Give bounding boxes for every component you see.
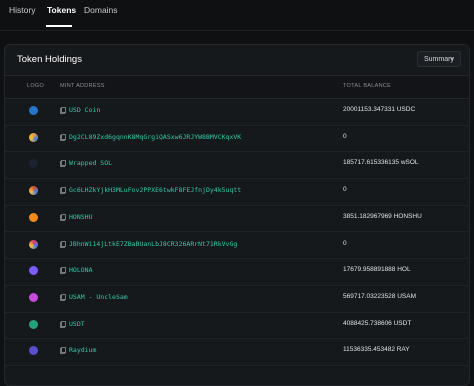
copy-icon[interactable]: [60, 160, 66, 168]
total-balance: 569717.03223528 USAM: [343, 292, 417, 300]
panel-header: Token Holdings Summary ▼: [5, 45, 469, 73]
copy-icon[interactable]: [60, 293, 66, 301]
total-balance: 0: [343, 186, 347, 194]
copy-icon[interactable]: [60, 213, 66, 221]
mint-address-link[interactable]: USD Coin: [69, 106, 100, 114]
gradient-circle-icon: [29, 132, 38, 142]
gradient-circle-icon: [29, 186, 38, 196]
table-header: LOGO MINT ADDRESS TOTAL BALANCE: [5, 75, 469, 99]
table-row: HOLONA 17679.958891888 HOL: [5, 258, 469, 286]
usam-icon: [29, 292, 38, 302]
copy-icon[interactable]: [60, 133, 66, 141]
usdt-icon: [29, 319, 38, 329]
table-row: Raydium 11536335.453482 RAY: [5, 338, 469, 366]
mint-address-link[interactable]: USAM - UncleSam: [69, 293, 128, 301]
total-balance: 4088425.738606 USDT: [343, 319, 412, 327]
table-row: USD Coin 20001153.347331 USDC: [5, 98, 469, 126]
raydium-icon: [29, 346, 38, 356]
tab-tokens[interactable]: Tokens: [47, 5, 76, 15]
total-balance: 0: [343, 132, 347, 140]
column-header-total-balance: TOTAL BALANCE: [343, 83, 392, 89]
mint-address-link[interactable]: USDT: [69, 320, 85, 328]
table-row: Gc6LHZkYjkH3MLuFov2PPXE6twkF8FEJfnjDy4k5…: [5, 178, 469, 206]
copy-icon[interactable]: [60, 347, 66, 355]
usdc-icon: [29, 106, 38, 115]
token-holdings-panel: Token Holdings Summary ▼ LOGO MINT ADDRE…: [4, 44, 470, 386]
table-row: Wrapped SOL 185717.615336135 wSOL: [5, 151, 469, 180]
gradient-circle-icon: [29, 239, 38, 249]
total-balance: 11536335.453482 RAY: [343, 346, 410, 354]
table-row: USAM - UncleSam 569717.03223528 USAM: [5, 285, 469, 313]
mint-address-link[interactable]: Raydium: [69, 346, 96, 354]
panel-title: Token Holdings: [17, 54, 82, 65]
mint-address-link[interactable]: Wrapped SOL: [69, 159, 112, 167]
copy-icon[interactable]: [60, 240, 66, 248]
table-row: Dg2CL89Zxd6gqnnK8MqGrgiQASxw6JRJYW8BMVCK…: [5, 125, 469, 153]
column-header-logo: LOGO: [27, 83, 45, 89]
total-balance: 3851.182967969 HONSHU: [343, 212, 422, 220]
tab-history[interactable]: History: [9, 5, 35, 15]
copy-icon[interactable]: [60, 187, 66, 194]
total-balance: 0: [343, 239, 347, 247]
tab-bar: History Tokens Domains: [0, 0, 474, 31]
copy-icon[interactable]: [60, 320, 66, 328]
table-row: JBhnWi14jLtkE7ZBaBUanLbJ8CR326ARrNt71RkV…: [5, 232, 469, 260]
summary-dropdown[interactable]: Summary ▼: [417, 51, 461, 67]
mint-address-link[interactable]: HOLONA: [69, 266, 92, 274]
active-tab-indicator: [46, 25, 72, 27]
wrapped-sol-icon: [29, 159, 38, 169]
holona-icon: [29, 266, 38, 276]
column-header-mint-address: MINT ADDRESS: [60, 83, 105, 89]
tab-domains[interactable]: Domains: [84, 5, 118, 15]
mint-address-link[interactable]: HONSHU: [69, 213, 92, 221]
mint-address-link[interactable]: JBhnWi14jLtkE7ZBaBUanLbJ8CR326ARrNt71RkV…: [69, 240, 237, 248]
mint-address-link[interactable]: Dg2CL89Zxd6gqnnK8MqGrgiQASxw6JRJYW8BMVCK…: [69, 133, 241, 141]
table-row: USDT 4088425.738606 USDT: [5, 312, 469, 340]
copy-icon[interactable]: [60, 267, 66, 275]
honshu-icon: [29, 212, 38, 222]
total-balance: 20001153.347331 USDC: [343, 106, 416, 113]
total-balance: 185717.615336135 wSOL: [343, 159, 419, 167]
chevron-down-icon: ▼: [449, 57, 455, 63]
mint-address-link[interactable]: Gc6LHZkYjkH3MLuFov2PPXE6twkF8FEJfnjDy4k5…: [69, 186, 241, 194]
total-balance: 17679.958891888 HOL: [343, 266, 411, 274]
table-row: HONSHU 3851.182967969 HONSHU: [5, 205, 469, 233]
copy-icon[interactable]: [60, 107, 66, 114]
